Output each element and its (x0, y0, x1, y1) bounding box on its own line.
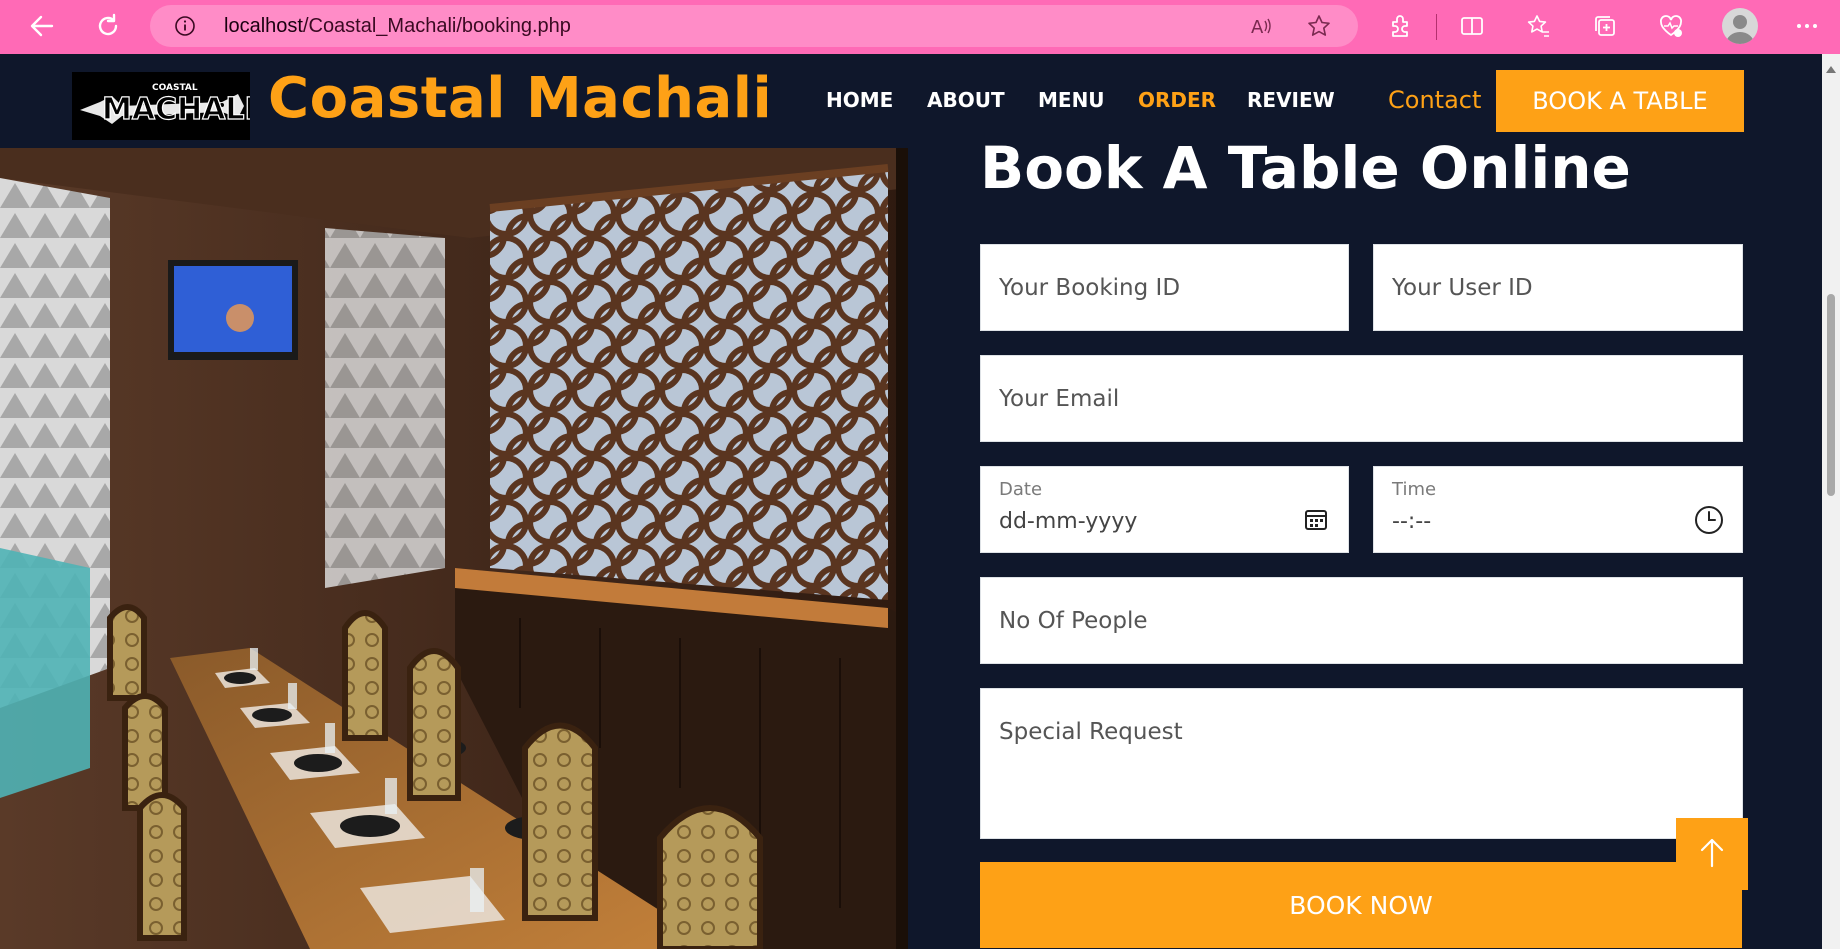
clock-icon[interactable] (1694, 505, 1724, 540)
scroll-up-arrow[interactable] (1826, 66, 1836, 73)
time-input[interactable]: Time --:-- (1373, 466, 1743, 553)
favorites-icon[interactable] (1522, 9, 1556, 43)
nav-review[interactable]: REVIEW (1247, 88, 1335, 112)
nav-menu[interactable]: MENU (1038, 88, 1105, 112)
back-icon[interactable] (24, 8, 60, 44)
people-count-input[interactable]: No Of People (980, 577, 1743, 664)
scrollbar-thumb[interactable] (1827, 294, 1835, 496)
page-scrollbar[interactable] (1822, 54, 1840, 949)
people-placeholder: No Of People (999, 608, 1148, 634)
info-icon[interactable] (174, 15, 196, 42)
user-id-placeholder: Your User ID (1392, 275, 1533, 301)
toolbar-separator (1436, 14, 1437, 40)
date-label: Date (999, 479, 1043, 500)
nav-contact[interactable]: Contact (1388, 86, 1481, 114)
calendar-icon[interactable] (1304, 507, 1328, 536)
user-id-input[interactable]: Your User ID (1373, 244, 1743, 331)
nav-order[interactable]: ORDER (1138, 88, 1216, 112)
back-to-top-button[interactable] (1676, 818, 1748, 890)
page-title: Book A Table Online (980, 134, 1631, 202)
book-now-button[interactable]: BOOK NOW (980, 862, 1742, 948)
arrow-up-icon (1698, 836, 1726, 873)
profile-avatar[interactable] (1722, 8, 1758, 44)
special-request-placeholder: Special Request (999, 719, 1183, 745)
nav-about[interactable]: ABOUT (927, 88, 1005, 112)
address-bar[interactable]: localhost/Coastal_Machali/booking.php A (150, 5, 1358, 47)
special-request-textarea[interactable]: Special Request (980, 688, 1743, 839)
booking-id-input[interactable]: Your Booking ID (980, 244, 1349, 331)
extensions-icon[interactable] (1383, 9, 1417, 43)
svg-text:A: A (1251, 17, 1264, 38)
time-value: --:-- (1392, 509, 1432, 534)
more-icon[interactable] (1790, 9, 1824, 43)
logo[interactable]: COASTAL MACHALI (72, 72, 250, 140)
read-aloud-icon[interactable]: A (1244, 9, 1278, 43)
nav-home[interactable]: HOME (826, 88, 893, 112)
booking-id-placeholder: Your Booking ID (999, 275, 1181, 301)
book-a-table-button[interactable]: BOOK A TABLE (1496, 70, 1744, 132)
email-placeholder: Your Email (999, 386, 1120, 412)
brand-name[interactable]: Coastal Machali (268, 66, 772, 131)
date-input[interactable]: Date dd-mm-yyyy (980, 466, 1349, 553)
date-value: dd-mm-yyyy (999, 509, 1138, 534)
time-label: Time (1392, 479, 1437, 500)
svg-text:MACHALI: MACHALI (102, 92, 250, 127)
refresh-icon[interactable] (90, 8, 126, 44)
url-text[interactable]: localhost/Coastal_Machali/booking.php (224, 5, 571, 47)
health-icon[interactable] (1654, 9, 1688, 43)
favorite-star-icon[interactable] (1302, 9, 1336, 43)
collections-icon[interactable] (1588, 9, 1622, 43)
restaurant-photo (0, 148, 908, 949)
email-input[interactable]: Your Email (980, 355, 1743, 442)
split-screen-icon[interactable] (1455, 9, 1489, 43)
browser-toolbar: localhost/Coastal_Machali/booking.php A (0, 0, 1840, 54)
